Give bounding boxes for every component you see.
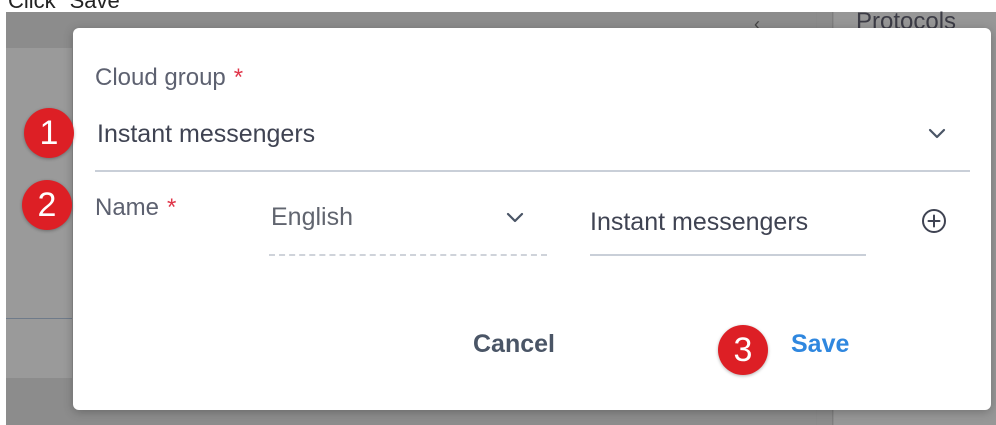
cloud-group-select[interactable]: Instant messengers (97, 120, 315, 149)
step-marker-2: 2 (22, 180, 72, 230)
name-input[interactable] (590, 198, 866, 246)
cloud-group-label-text: Cloud group (95, 64, 226, 91)
name-underline (590, 254, 866, 256)
step-marker-3: 3 (718, 325, 768, 375)
name-label-text: Name (95, 194, 160, 221)
required-mark: * (233, 64, 244, 91)
chevron-down-icon[interactable] (923, 120, 951, 148)
cancel-button[interactable]: Cancel (473, 330, 555, 359)
required-mark: * (167, 194, 177, 221)
save-button[interactable]: Save (791, 330, 849, 359)
language-underline (269, 254, 547, 256)
add-circle-icon[interactable] (919, 206, 949, 236)
cloud-group-label: Cloud group * (95, 64, 243, 92)
cloud-group-dialog: Cloud group * Instant messengers Name * En… (73, 28, 991, 410)
chevron-down-icon[interactable] (501, 204, 529, 232)
background-divider (6, 318, 72, 319)
language-select[interactable]: English (271, 203, 353, 232)
cloud-group-underline (95, 170, 970, 172)
name-label: Name * (95, 194, 176, 222)
step-marker-1: 1 (24, 108, 74, 158)
